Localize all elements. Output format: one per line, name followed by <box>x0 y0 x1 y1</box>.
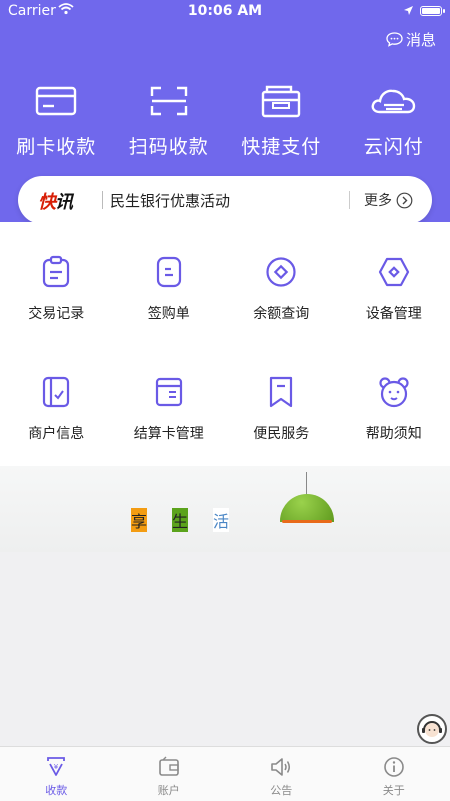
card-payment-label: 刷卡收款 <box>0 132 113 159</box>
bookmark-icon <box>265 375 297 409</box>
wallet-icon <box>259 84 303 118</box>
status-time: 10:06 AM <box>0 3 450 19</box>
messages-button[interactable]: 消息 <box>386 29 436 50</box>
quick-actions: 刷卡收款 扫码收款 快捷支付 云闪付 <box>0 80 450 170</box>
grid-label: 签购单 <box>113 303 226 323</box>
grid-label: 帮助须知 <box>338 423 450 443</box>
merchant-icon <box>40 375 72 409</box>
info-icon <box>382 756 406 778</box>
battery-icon <box>420 6 442 16</box>
grid-label: 结算卡管理 <box>113 423 226 443</box>
tab-account[interactable]: 账户 <box>113 747 226 801</box>
news-tag-second: 讯 <box>55 192 72 213</box>
scan-icon <box>147 84 191 118</box>
promo-char: 享 <box>131 508 147 532</box>
customer-service-button[interactable] <box>417 714 447 744</box>
svg-text:¥: ¥ <box>54 763 59 771</box>
receive-icon: ¥ <box>44 756 68 778</box>
receipt-icon <box>153 255 185 289</box>
card-payment-action[interactable]: 刷卡收款 <box>0 80 113 170</box>
tab-receive[interactable]: ¥ 收款 <box>0 747 113 801</box>
tab-announcements[interactable]: 公告 <box>225 747 338 801</box>
news-more-label: 更多 <box>364 190 392 210</box>
news-text[interactable]: 民生银行优惠活动 <box>110 190 230 211</box>
chevron-right-circle-icon <box>396 192 413 209</box>
news-bar[interactable]: 快讯 民生银行优惠活动 更多 <box>18 176 432 224</box>
bear-icon <box>377 375 411 409</box>
quick-pay-action[interactable]: 快捷支付 <box>225 80 338 170</box>
cloud-flash-pay-action[interactable]: 云闪付 <box>338 80 450 170</box>
promo-char: 生 <box>172 508 188 532</box>
speaker-icon <box>269 756 293 778</box>
news-tag-first: 快 <box>38 192 55 213</box>
quick-pay-label: 快捷支付 <box>225 132 338 159</box>
news-divider <box>102 191 103 209</box>
grid-label: 设备管理 <box>338 303 450 323</box>
cloud-icon <box>370 84 418 118</box>
news-tag: 快讯 <box>38 188 72 214</box>
grid-item-sales-slip[interactable]: 签购单 <box>113 255 226 375</box>
grid-item-devices[interactable]: 设备管理 <box>338 255 450 375</box>
function-grid: 交易记录 签购单 余额查询 设备管理 商户信息 结算卡管理 便民服务 帮助须知 <box>0 222 450 466</box>
tab-bar: ¥ 收款 账户 公告 关于 <box>0 746 450 801</box>
clipboard-icon <box>40 255 72 289</box>
news-more-button[interactable]: 更多 <box>364 190 413 210</box>
scan-payment-action[interactable]: 扫码收款 <box>113 80 226 170</box>
cloud-flash-pay-label: 云闪付 <box>338 132 450 159</box>
tab-label: 关于 <box>338 782 450 798</box>
battery-tip <box>443 9 445 13</box>
grid-item-balance[interactable]: 余额查询 <box>225 255 338 375</box>
hexagon-icon <box>377 255 411 289</box>
lamp-rim <box>282 520 332 523</box>
grid-label: 余额查询 <box>225 303 338 323</box>
grid-label: 商户信息 <box>0 423 113 443</box>
headset-avatar-icon <box>419 716 445 742</box>
messages-label: 消息 <box>406 29 436 50</box>
settlement-card-icon <box>153 375 185 409</box>
promo-char: 活 <box>213 508 229 532</box>
tab-about[interactable]: 关于 <box>338 747 450 801</box>
chat-bubble-icon <box>386 32 403 47</box>
lamp-wire <box>306 472 307 496</box>
balance-icon <box>264 255 298 289</box>
location-arrow-icon <box>403 4 414 20</box>
grid-item-transactions[interactable]: 交易记录 <box>0 255 113 375</box>
account-icon <box>157 756 181 778</box>
tab-label: 公告 <box>225 782 338 798</box>
scan-payment-label: 扫码收款 <box>113 132 226 159</box>
card-icon <box>34 84 78 118</box>
grid-label: 便民服务 <box>225 423 338 443</box>
news-divider-right <box>349 191 350 209</box>
status-bar: Carrier 10:06 AM <box>0 0 450 24</box>
tab-label: 账户 <box>113 782 226 798</box>
grid-label: 交易记录 <box>0 303 113 323</box>
tab-label: 收款 <box>0 782 113 798</box>
